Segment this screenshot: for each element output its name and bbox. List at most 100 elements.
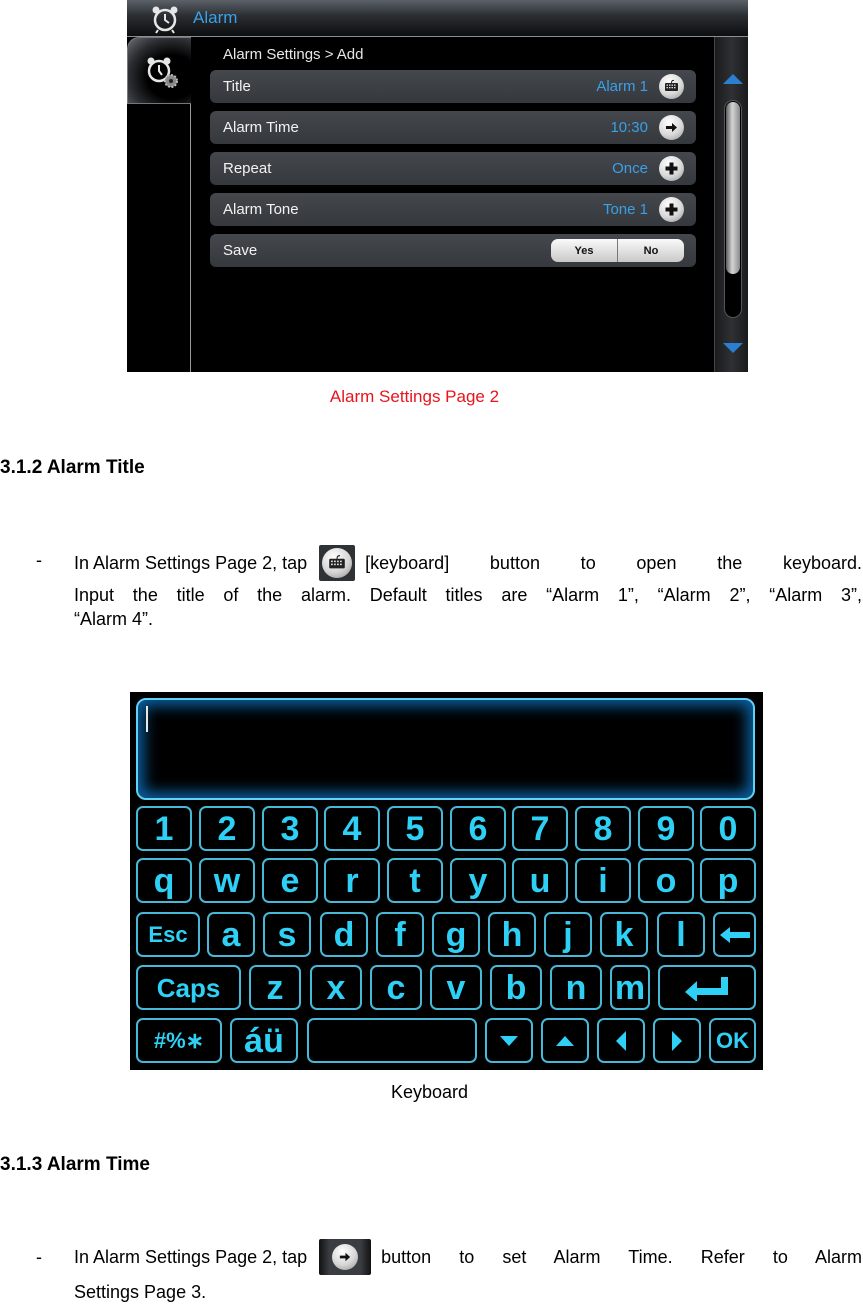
triangle-up-icon: [556, 1035, 574, 1046]
set-time-button[interactable]: [659, 115, 684, 140]
key-l[interactable]: l: [657, 912, 705, 957]
key-a[interactable]: a: [207, 912, 255, 957]
figure-caption-keyboard: Keyboard: [390, 1082, 469, 1102]
key-arrow-up[interactable]: [541, 1018, 589, 1063]
key-accents[interactable]: áü: [230, 1018, 298, 1063]
side-tab-alarm-settings[interactable]: [127, 37, 191, 104]
app-title: Alarm: [193, 8, 238, 27]
key-w[interactable]: w: [199, 858, 255, 903]
key-ok[interactable]: OK: [709, 1018, 756, 1063]
key-f[interactable]: f: [376, 912, 424, 957]
settings-row-title[interactable]: Title Alarm 1: [210, 70, 696, 103]
key-t[interactable]: t: [387, 858, 443, 903]
repeat-button[interactable]: [659, 156, 684, 181]
key-s[interactable]: s: [263, 912, 311, 957]
text-after-icon: [keyboard] button to open the keyboard.: [365, 553, 862, 573]
key-x[interactable]: x: [310, 965, 362, 1010]
save-yes-button[interactable]: Yes: [551, 239, 618, 262]
scrollbar[interactable]: [714, 37, 748, 372]
key-j[interactable]: j: [544, 912, 592, 957]
key-enter[interactable]: [658, 965, 756, 1010]
inline-arrow-button-image: [319, 1239, 372, 1275]
key-v[interactable]: v: [430, 965, 482, 1010]
text-after-icon: button to set Alarm Time. Refer to Alarm: [381, 1247, 862, 1267]
row-value: Tone 1: [602, 201, 648, 218]
row-label: Repeat: [223, 160, 272, 177]
row-value: 10:30: [610, 119, 648, 136]
key-esc[interactable]: Esc: [136, 912, 200, 957]
key-n[interactable]: n: [550, 965, 602, 1010]
paragraph-line: Settings Page 3.: [74, 1282, 207, 1302]
alarm-settings-icon: [147, 57, 178, 88]
key-symbols[interactable]: #%∗: [136, 1018, 222, 1063]
paragraph-alarm-time: In Alarm Settings Page 2, tap button to …: [74, 1239, 862, 1308]
key-7[interactable]: 7: [512, 806, 568, 851]
key-6[interactable]: 6: [450, 806, 506, 851]
key-arrow-right[interactable]: [653, 1018, 701, 1063]
key-9[interactable]: 9: [638, 806, 694, 851]
alarm-clock-icon: [152, 6, 178, 34]
key-g[interactable]: g: [432, 912, 480, 957]
keyboard-icon: [329, 555, 345, 569]
bullet-dash: -: [36, 550, 42, 570]
onscreen-keyboard: 1 2 3 4 5 6 7 8 9 0 q w e r t y u i o p …: [130, 692, 763, 1070]
arrow-right-icon: [666, 123, 677, 132]
plus-icon: [665, 203, 678, 216]
key-5[interactable]: 5: [387, 806, 443, 851]
key-arrow-left[interactable]: [597, 1018, 645, 1063]
key-caps[interactable]: Caps: [136, 965, 241, 1010]
key-backspace[interactable]: [713, 912, 756, 957]
row-label: Alarm Time: [223, 119, 299, 136]
save-no-button[interactable]: No: [618, 239, 684, 262]
row-value: Once: [612, 160, 648, 177]
key-q[interactable]: q: [136, 858, 192, 903]
keyboard-icon: [665, 79, 678, 91]
settings-row-alarm-tone[interactable]: Alarm Tone Tone 1: [210, 193, 696, 226]
section-heading-alarm-time: 3.1.3 Alarm Time: [0, 1154, 150, 1175]
keyboard-button[interactable]: [659, 74, 684, 99]
key-r[interactable]: r: [324, 858, 380, 903]
key-1[interactable]: 1: [136, 806, 192, 851]
key-8[interactable]: 8: [575, 806, 631, 851]
key-y[interactable]: y: [450, 858, 506, 903]
key-h[interactable]: h: [488, 912, 536, 957]
key-o[interactable]: o: [638, 858, 694, 903]
key-arrow-down[interactable]: [485, 1018, 533, 1063]
enter-icon: [685, 976, 728, 1001]
row-value: Alarm 1: [596, 78, 648, 95]
settings-row-alarm-time[interactable]: Alarm Time 10:30: [210, 111, 696, 144]
key-b[interactable]: b: [490, 965, 542, 1010]
settings-row-repeat[interactable]: Repeat Once: [210, 152, 696, 185]
key-c[interactable]: c: [370, 965, 422, 1010]
scroll-up-arrow-icon[interactable]: [723, 74, 743, 84]
key-z[interactable]: z: [249, 965, 301, 1010]
paragraph-line: Input the title of the alarm. Default ti…: [74, 585, 862, 605]
key-0[interactable]: 0: [700, 806, 756, 851]
row-label: Title: [223, 78, 251, 95]
scroll-thumb[interactable]: [726, 102, 740, 274]
key-k[interactable]: k: [600, 912, 648, 957]
scroll-down-arrow-icon[interactable]: [723, 343, 743, 353]
key-2[interactable]: 2: [199, 806, 255, 851]
inline-keyboard-button-image: [319, 545, 356, 581]
settings-row-save: Save Yes No: [210, 234, 696, 267]
key-3[interactable]: 3: [262, 806, 318, 851]
arrow-right-icon: [340, 1252, 351, 1262]
text-before-icon: In Alarm Settings Page 2, tap: [74, 1247, 308, 1267]
key-e[interactable]: e: [262, 858, 318, 903]
key-p[interactable]: p: [700, 858, 756, 903]
settings-list: Title Alarm 1 Alarm Time 10:30 Repeat On…: [210, 70, 696, 275]
keyboard-text-input[interactable]: [136, 698, 755, 800]
key-space[interactable]: [307, 1018, 477, 1063]
triangle-left-icon: [616, 1030, 626, 1051]
scroll-track[interactable]: [724, 100, 742, 318]
text-before-icon: In Alarm Settings Page 2, tap: [74, 553, 308, 573]
key-u[interactable]: u: [512, 858, 568, 903]
key-m[interactable]: m: [610, 965, 650, 1010]
key-4[interactable]: 4: [324, 806, 380, 851]
paragraph-alarm-title: In Alarm Settings Page 2, tap [keyboard]…: [74, 545, 862, 635]
triangle-right-icon: [672, 1030, 682, 1051]
key-i[interactable]: i: [575, 858, 631, 903]
tone-button[interactable]: [659, 197, 684, 222]
key-d[interactable]: d: [320, 912, 368, 957]
